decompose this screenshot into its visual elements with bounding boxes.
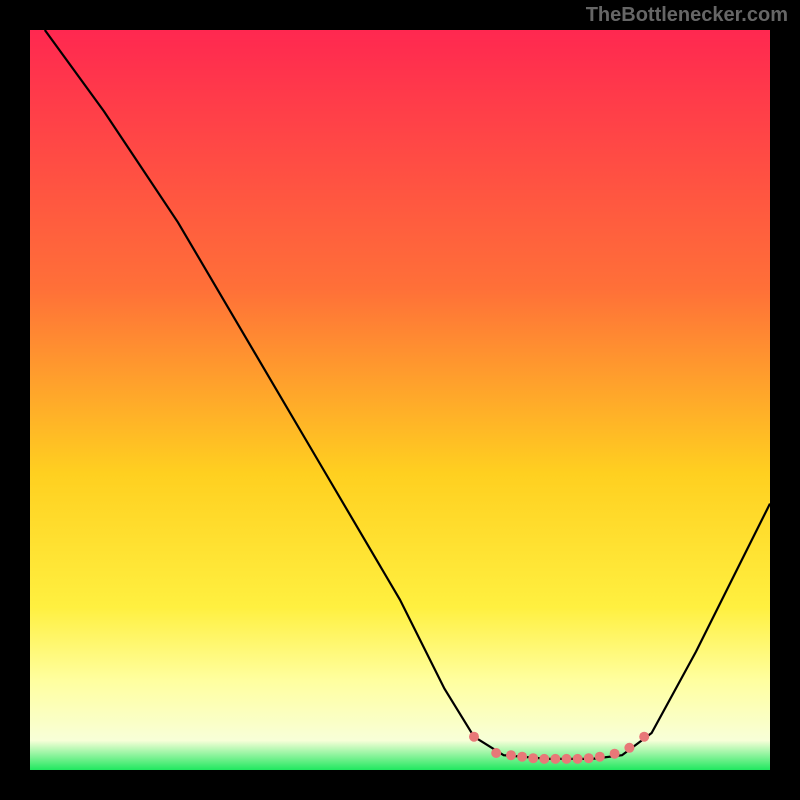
curve-dot: [584, 753, 594, 763]
curve-dot: [639, 732, 649, 742]
curve-dot: [624, 743, 634, 753]
curve-dot: [562, 754, 572, 764]
curve-dot: [550, 754, 560, 764]
curve-dot: [491, 748, 501, 758]
curve-dot: [610, 749, 620, 759]
chart-svg: [30, 30, 770, 770]
curve-dot: [506, 750, 516, 760]
curve-dot: [573, 754, 583, 764]
curve-dot: [469, 732, 479, 742]
gradient-background: [30, 30, 770, 770]
curve-dot: [528, 753, 538, 763]
curve-dot: [517, 752, 527, 762]
attribution-text: TheBottlenecker.com: [586, 4, 788, 27]
curve-dot: [595, 752, 605, 762]
chart-container: [30, 30, 770, 770]
curve-dot: [539, 754, 549, 764]
